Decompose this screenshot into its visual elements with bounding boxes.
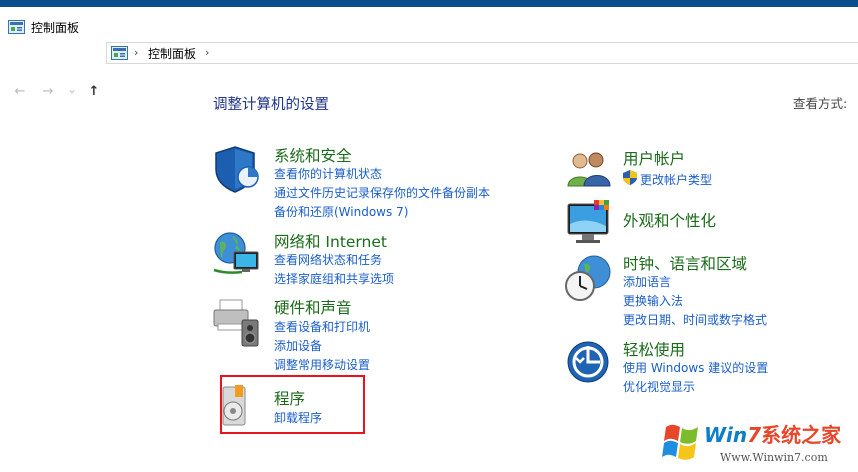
link-add-language[interactable]: 添加语言 <box>623 273 671 290</box>
highlight-box <box>220 375 365 434</box>
window-top-strip <box>0 0 858 7</box>
users-account-icon[interactable] <box>566 150 612 188</box>
window-title: 控制面板 <box>31 21 80 35</box>
page-heading: 调整计算机的设置 <box>213 97 329 113</box>
category-system-security[interactable]: 系统和安全 <box>274 144 352 166</box>
link-mobility-settings[interactable]: 调整常用移动设置 <box>274 356 370 373</box>
title-bar: 控制面板 <box>0 7 858 38</box>
link-file-history-backup[interactable]: 通过文件历史记录保存你的文件备份副本 <box>274 184 490 201</box>
category-appearance-personalization[interactable]: 外观和个性化 <box>623 209 716 231</box>
watermark-url: Www.Winwin7.com <box>720 451 828 464</box>
category-ease-of-access[interactable]: 轻松使用 <box>623 338 685 360</box>
control-panel-icon <box>111 46 128 60</box>
view-by-label: 查看方式: <box>793 96 848 111</box>
link-backup-restore[interactable]: 备份和还原(Windows 7) <box>274 203 408 220</box>
control-panel-icon <box>8 20 25 34</box>
windows-flag-icon <box>662 424 698 460</box>
breadcrumb-chevron-icon[interactable]: › <box>205 46 209 59</box>
category-hardware-sound[interactable]: 硬件和声音 <box>274 296 352 318</box>
link-optimize-visual-display[interactable]: 优化视觉显示 <box>623 378 695 395</box>
back-arrow-icon[interactable]: ← <box>12 84 28 100</box>
recent-dropdown-icon[interactable]: ⌄ <box>64 82 80 98</box>
link-change-input-method[interactable]: 更换输入法 <box>623 292 683 309</box>
link-view-computer-status[interactable]: 查看你的计算机状态 <box>274 165 382 182</box>
up-arrow-icon[interactable]: ↑ <box>86 84 102 100</box>
address-bar[interactable]: › 控制面板 › <box>106 42 858 64</box>
shield-security-icon[interactable] <box>214 145 260 193</box>
category-clock-language-region[interactable]: 时钟、语言和区域 <box>623 252 747 274</box>
uac-shield-icon <box>623 170 637 185</box>
category-network-internet[interactable]: 网络和 Internet <box>274 230 387 252</box>
link-date-time-format[interactable]: 更改日期、时间或数字格式 <box>623 311 767 328</box>
watermark-brand: Win7系统之家 <box>704 423 842 447</box>
ease-of-access-icon[interactable] <box>566 340 610 384</box>
watermark-logo: Win7系统之家 Www.Winwin7.com <box>662 417 858 472</box>
link-add-device[interactable]: 添加设备 <box>274 337 322 354</box>
printer-hardware-icon[interactable] <box>212 298 262 348</box>
breadcrumb-control-panel[interactable]: 控制面板 <box>148 45 196 62</box>
link-homegroup-sharing[interactable]: 选择家庭组和共享选项 <box>274 270 394 287</box>
forward-arrow-icon[interactable]: → <box>40 84 56 100</box>
clock-globe-icon[interactable] <box>564 254 614 304</box>
link-change-account-type[interactable]: 更改帐户类型 <box>640 171 712 188</box>
category-user-accounts[interactable]: 用户帐户 <box>623 147 685 169</box>
network-globe-icon[interactable] <box>212 230 262 276</box>
breadcrumb-chevron-icon[interactable]: › <box>134 46 138 59</box>
link-windows-recommended-settings[interactable]: 使用 Windows 建议的设置 <box>623 359 768 376</box>
link-devices-printers[interactable]: 查看设备和打印机 <box>274 318 370 335</box>
link-network-status[interactable]: 查看网络状态和任务 <box>274 251 382 268</box>
appearance-monitor-icon[interactable] <box>566 198 614 246</box>
